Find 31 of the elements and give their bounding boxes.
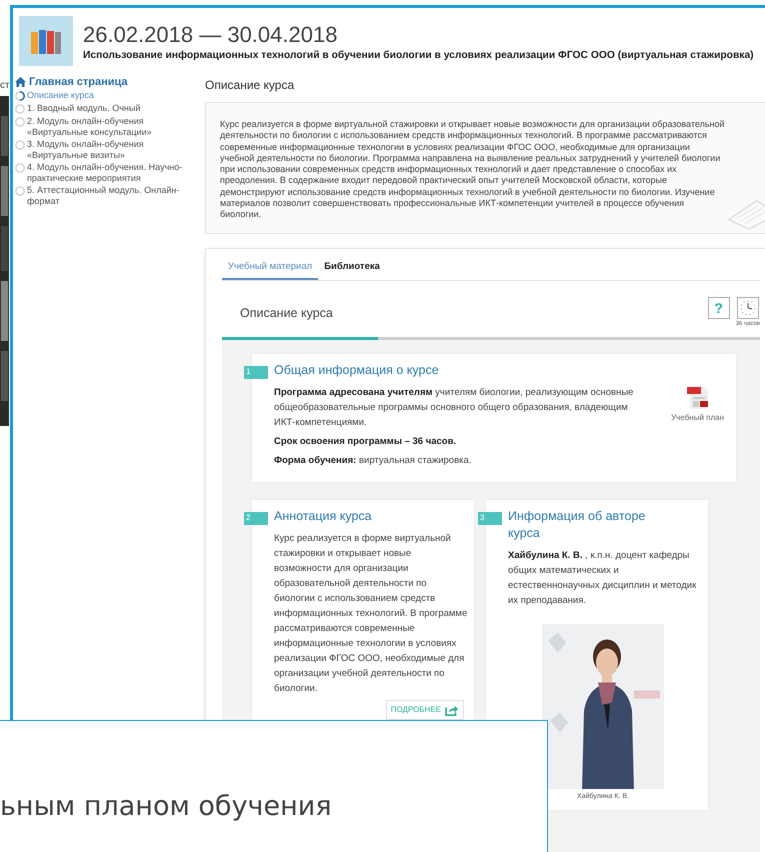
course-title: Использование информационных технологий в обучении биологии в условиях реализации ФГОС ООО (виртуальная стажировка) (83, 50, 754, 60)
overlay-text: ьным планом обучения (0, 791, 332, 822)
card-text: Форма обучения: виртуальная стажировка. (274, 454, 472, 468)
tab[interactable]: Библиотека (318, 256, 386, 280)
module-link[interactable]: 4. Модуль онлайн-обучения. Научно-практические мероприятия (27, 162, 201, 183)
share-icon (445, 704, 459, 716)
card-title: Аннотация курса (274, 508, 373, 525)
home-icon (15, 77, 26, 87)
module-link[interactable]: 1. Вводный модуль. Очный (27, 103, 140, 114)
module-link[interactable]: Описание курса (27, 90, 94, 100)
section-number: 2 (244, 512, 268, 525)
module-link[interactable]: 3. Модуль онлайн-обучения «Виртуальные визиты» (27, 139, 201, 160)
card-text: Программа адресована учителям учителям биологии, реализующим основные общеобразовательные программы основного общего образования, владеющим ИКТ-компетенциями. (274, 386, 634, 430)
page-title: Описание курса (205, 78, 296, 92)
card-title: Информация об авторе курса (508, 508, 646, 542)
card-title: Общая информация о курсе (274, 362, 440, 379)
section-title: Описание курса (240, 306, 333, 320)
module-link[interactable]: 5. Аттестационный модуль. Онлайн-формат (27, 185, 201, 206)
module-link[interactable]: 2. Модуль онлайн-обучения «Виртуальные консультации» (27, 116, 201, 137)
date-range: 26.02.2018 — 30.04.2018 (83, 22, 338, 48)
books-icon (19, 16, 73, 66)
card-text: Срок освоения программы – 36 часов. (274, 434, 458, 449)
card-text: Хайбулина К. В. , к.п.н. доцент кафедры общих математических и естественнонаучных дисциплин и методик их преподавания. (508, 548, 698, 608)
section-number: 3 (478, 512, 502, 525)
tab[interactable]: Учебный материал (222, 256, 318, 280)
section-number: 1 (244, 366, 268, 379)
cut-off-text: ст (0, 80, 10, 91)
description-text: Курс реализуется в форме виртуальной стажировки и открывает новые возможности для организации образовательной деятельности по биологии с использованием средств информационных технологий. В программе рассматриваются современные информационные технологии в условиях реализации ФГОС ООО, необходимые для организации учебной деятельности по биологии. Программа направлена на выявление реальных затруднений у учителей биологии при использовании современных средств информационных технологий и дает представление о способах их преодоления. В содержание входит передовой практический опыт учителей Московской области, которые демонстрируют использование средств информационных технологий в учебной деятельности по биологии. Изучение материалов позволит совершенствовать профессиональные ИКТ-компетенции учителей в процессе обучения биологии. (220, 119, 726, 221)
attachment-link[interactable]: Учебный план (671, 382, 724, 472)
clock-icon (736, 296, 759, 319)
card-text: Курс реализуется в форме виртуальной стажировки и открывает новые возможности для организации образовательной деятельности по биологии с использованием средств информационных технологий. В программе рассматриваются современные информационные технологии в условиях реализации ФГОС ООО, необходимые для организации учебной деятельности по биологии. (274, 532, 468, 696)
